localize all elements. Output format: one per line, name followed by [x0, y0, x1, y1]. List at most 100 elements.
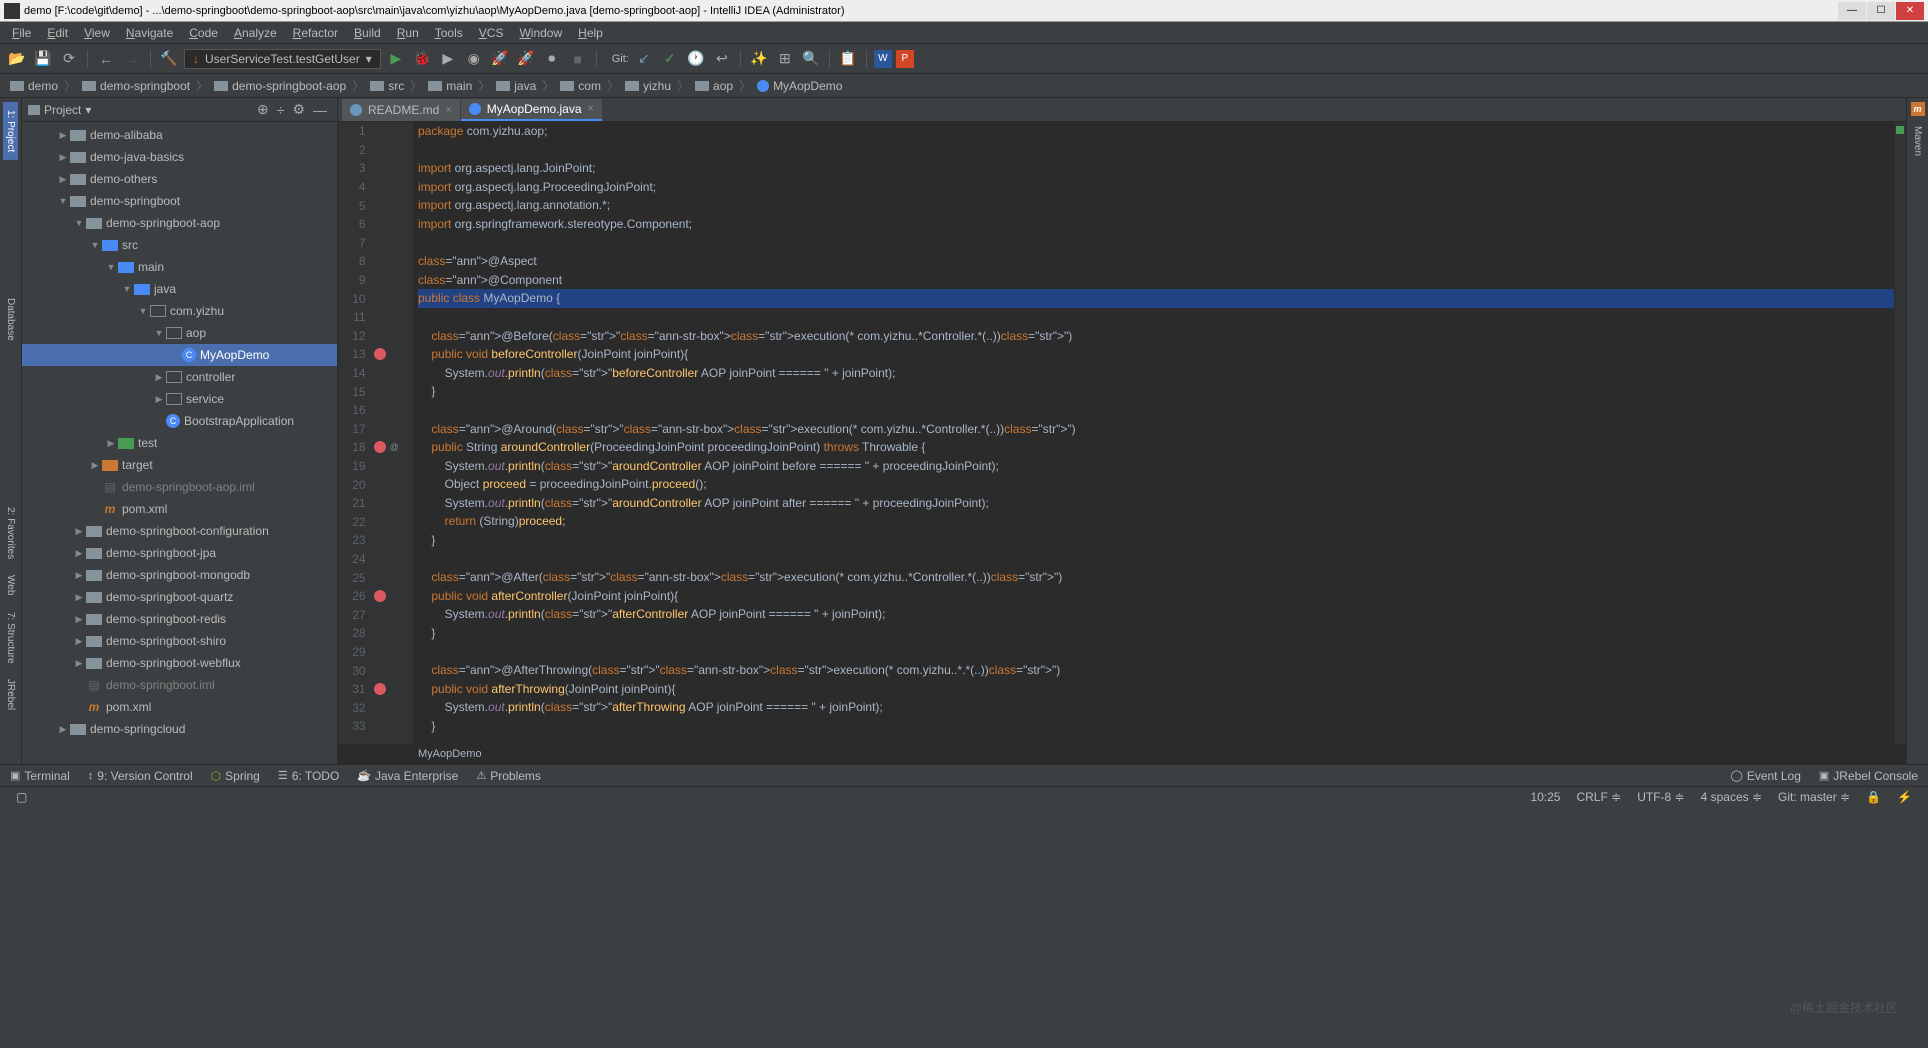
git-branch[interactable]: Git: master ≑ — [1770, 790, 1858, 804]
build-icon[interactable]: 🔨 — [158, 48, 180, 70]
tree-row[interactable]: CBootstrapApplication — [22, 410, 337, 432]
menu-code[interactable]: Code — [181, 26, 226, 40]
chevron-icon[interactable]: ▼ — [152, 328, 166, 338]
tab-todo[interactable]: ☰ 6: TODO — [274, 767, 343, 785]
code-area[interactable]: package com.yizhu.aop;import org.aspectj… — [414, 122, 1894, 744]
tree-row[interactable]: ▶target — [22, 454, 337, 476]
save-icon[interactable]: 💾 — [32, 48, 54, 70]
tab-problems[interactable]: ⚠ Problems — [472, 767, 545, 785]
breadcrumb-item[interactable]: main — [424, 79, 476, 93]
chevron-icon[interactable]: ▼ — [104, 262, 118, 272]
breadcrumb-item[interactable]: MyAopDemo — [753, 79, 846, 93]
readonly-icon[interactable]: 🔒 — [1858, 790, 1889, 804]
menu-refactor[interactable]: Refactor — [285, 26, 346, 40]
editor-gutter[interactable]: 123456789101112131415161718@192021222324… — [338, 122, 414, 744]
menu-analyze[interactable]: Analyze — [226, 26, 285, 40]
tree-row[interactable]: mpom.xml — [22, 696, 337, 718]
menu-tools[interactable]: Tools — [427, 26, 471, 40]
chevron-icon[interactable]: ▶ — [104, 438, 118, 449]
word-icon[interactable]: W — [874, 50, 892, 68]
tree-row[interactable]: ▶demo-springboot-configuration — [22, 520, 337, 542]
tree-row[interactable]: ▶demo-springboot-jpa — [22, 542, 337, 564]
chevron-icon[interactable]: ▶ — [152, 394, 166, 405]
chevron-icon[interactable]: ▶ — [72, 636, 86, 647]
breadcrumb-item[interactable]: src — [366, 79, 408, 93]
indent-settings[interactable]: 4 spaces ≑ — [1693, 790, 1770, 804]
line-separator[interactable]: CRLF ≑ — [1568, 790, 1629, 804]
select-target-icon[interactable]: ⊕ — [253, 101, 273, 118]
chevron-icon[interactable]: ▶ — [56, 152, 70, 163]
collapse-icon[interactable]: ÷ — [273, 102, 289, 118]
history-icon[interactable]: 🕐 — [685, 48, 707, 70]
menu-navigate[interactable]: Navigate — [118, 26, 181, 40]
chevron-icon[interactable]: ▶ — [72, 658, 86, 669]
chevron-icon[interactable]: ▶ — [72, 548, 86, 559]
profile-icon[interactable]: ◉ — [463, 48, 485, 70]
menu-run[interactable]: Run — [389, 26, 427, 40]
tab-java-enterprise[interactable]: ☕ Java Enterprise — [353, 767, 462, 785]
breakpoint-icon[interactable] — [374, 348, 386, 360]
caret-position[interactable]: 10:25 — [1522, 790, 1568, 804]
open-icon[interactable]: 📂 — [6, 48, 28, 70]
tab-event-log[interactable]: ◯ Event Log — [1727, 767, 1805, 785]
tree-row[interactable]: ▶demo-springcloud — [22, 718, 337, 740]
tool-maven[interactable]: Maven — [1910, 118, 1925, 164]
chevron-icon[interactable]: ▶ — [152, 372, 166, 383]
tree-row[interactable]: ▶test — [22, 432, 337, 454]
tool-database[interactable]: Database — [3, 290, 18, 349]
chevron-icon[interactable]: ▼ — [88, 240, 102, 250]
minimize-button[interactable]: — — [1838, 2, 1866, 20]
run-config-selector[interactable]: ↓ UserServiceTest.testGetUser ▾ — [184, 49, 381, 69]
editor-tab[interactable]: MyAopDemo.java× — [461, 99, 602, 121]
breadcrumb-item[interactable]: com — [556, 79, 605, 93]
tab-terminal[interactable]: ▣ Terminal — [6, 767, 74, 785]
chevron-icon[interactable]: ▶ — [56, 724, 70, 735]
tab-spring[interactable]: ⬡ Spring — [207, 767, 264, 785]
maximize-button[interactable]: ☐ — [1867, 2, 1895, 20]
tree-row[interactable]: ▼java — [22, 278, 337, 300]
tree-row[interactable]: ▶demo-java-basics — [22, 146, 337, 168]
tab-jrebel-console[interactable]: ▣ JRebel Console — [1815, 767, 1922, 785]
chevron-icon[interactable]: ▶ — [56, 174, 70, 185]
ppt-icon[interactable]: P — [896, 50, 914, 68]
tree-row[interactable]: ▶demo-springboot-mongodb — [22, 564, 337, 586]
project-tree[interactable]: ▶demo-alibaba▶demo-java-basics▶demo-othe… — [22, 122, 337, 764]
tree-row[interactable]: ▶demo-springboot-shiro — [22, 630, 337, 652]
close-tab-icon[interactable]: × — [588, 103, 594, 115]
chevron-icon[interactable]: ▼ — [120, 284, 134, 294]
back-icon[interactable]: ← — [95, 48, 117, 70]
menu-file[interactable]: File — [4, 26, 39, 40]
menu-vcs[interactable]: VCS — [471, 26, 512, 40]
revert-icon[interactable]: ↩ — [711, 48, 733, 70]
tree-row[interactable]: ▼src — [22, 234, 337, 256]
tree-row[interactable]: ▼aop — [22, 322, 337, 344]
jrebel-status-icon[interactable]: ⚡ — [1889, 790, 1920, 804]
tree-row[interactable]: CMyAopDemo — [22, 344, 337, 366]
chevron-icon[interactable]: ▼ — [136, 306, 150, 316]
breadcrumb-item[interactable]: demo — [6, 79, 62, 93]
attach-icon[interactable]: ⏺ — [541, 48, 563, 70]
tree-row[interactable]: ▼com.yizhu — [22, 300, 337, 322]
tree-row[interactable]: ▶demo-springboot-quartz — [22, 586, 337, 608]
breakpoint-icon[interactable] — [374, 590, 386, 602]
tree-row[interactable]: ▶demo-springboot-webflux — [22, 652, 337, 674]
coverage-icon[interactable]: ▶ — [437, 48, 459, 70]
breadcrumb-item[interactable]: demo-springboot-aop — [210, 79, 350, 93]
show-tools-icon[interactable]: ▢ — [8, 790, 35, 804]
editor-tab[interactable]: README.md× — [342, 99, 460, 121]
menu-build[interactable]: Build — [346, 26, 389, 40]
tool-project[interactable]: 1: Project — [3, 102, 18, 160]
close-button[interactable]: ✕ — [1896, 2, 1924, 20]
forward-icon[interactable]: → — [121, 48, 143, 70]
tool-structure[interactable]: 7: Structure — [3, 604, 18, 672]
chevron-icon[interactable]: ▶ — [72, 526, 86, 537]
tool-web[interactable]: Web — [3, 567, 18, 603]
tree-row[interactable]: ▶demo-others — [22, 168, 337, 190]
maven-icon[interactable]: m — [1911, 102, 1925, 116]
chevron-icon[interactable]: ▼ — [56, 196, 70, 206]
chevron-icon[interactable]: ▶ — [72, 614, 86, 625]
search-icon[interactable]: 🔍 — [800, 48, 822, 70]
breakpoint-icon[interactable] — [374, 683, 386, 695]
gear-icon[interactable]: ⚙ — [288, 101, 309, 118]
tree-row[interactable]: ▶demo-springboot-redis — [22, 608, 337, 630]
